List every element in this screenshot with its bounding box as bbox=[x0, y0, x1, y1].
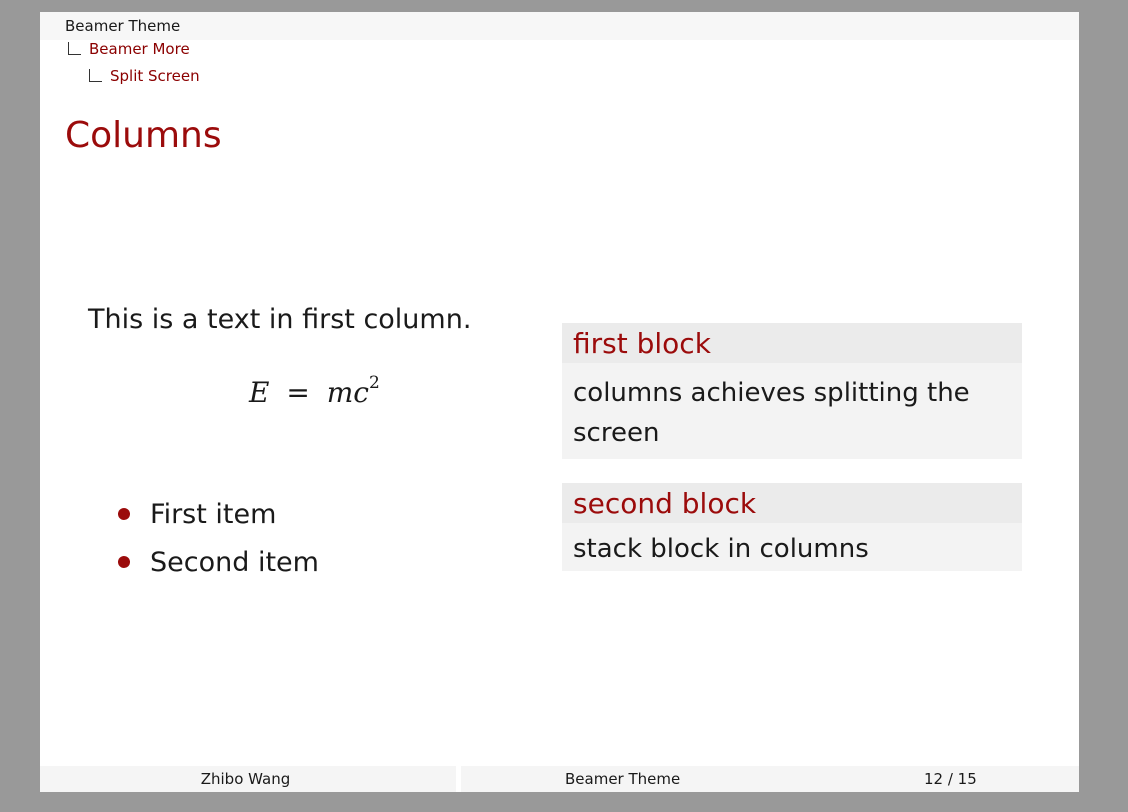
headline-bar bbox=[40, 12, 1079, 40]
block-body: stack block in columns bbox=[562, 523, 1022, 571]
bullet-list: First item Second item bbox=[118, 490, 319, 586]
list-item: Second item bbox=[118, 538, 319, 586]
equation-equals: = bbox=[286, 376, 310, 409]
tree-connector-icon bbox=[68, 42, 81, 55]
footline: Zhibo Wang Beamer Theme 12 / 15 bbox=[40, 766, 1079, 792]
footer-author-label: Zhibo Wang bbox=[200, 770, 291, 788]
bullet-icon bbox=[118, 556, 130, 568]
second-block: second block stack block in columns bbox=[562, 483, 1022, 571]
nav-subsection-label[interactable]: Beamer More bbox=[89, 40, 190, 58]
tree-connector-icon bbox=[89, 69, 102, 82]
footer-title-cell: Beamer Theme 12 / 15 bbox=[461, 766, 1079, 792]
footer-page-number: 12 / 15 bbox=[924, 770, 977, 788]
bullet-icon bbox=[118, 508, 130, 520]
nav-subsubsection[interactable]: Split Screen bbox=[89, 67, 200, 85]
block-title: first block bbox=[562, 323, 1022, 363]
equation-rhs: mc bbox=[326, 376, 369, 409]
footer-title: Beamer Theme bbox=[565, 770, 681, 788]
list-item: First item bbox=[118, 490, 319, 538]
block-body: columns achieves splitting the screen bbox=[562, 363, 1022, 459]
nav-subsubsection-label[interactable]: Split Screen bbox=[110, 67, 200, 85]
nav-subsection[interactable]: Beamer More bbox=[68, 40, 190, 58]
frame-title: Columns bbox=[65, 115, 222, 156]
list-item-label: Second item bbox=[150, 546, 319, 578]
first-block: first block columns achieves splitting t… bbox=[562, 323, 1022, 459]
list-item-label: First item bbox=[150, 498, 277, 530]
block-title: second block bbox=[562, 483, 1022, 523]
first-column-text: This is a text in first column. bbox=[88, 304, 472, 335]
nav-section-link[interactable]: Beamer Theme bbox=[65, 17, 180, 35]
slide: Beamer Theme Beamer More Split Screen Co… bbox=[40, 12, 1079, 792]
equation-lhs: E bbox=[249, 376, 270, 409]
equation: E = mc2 bbox=[249, 372, 380, 409]
footer-author: Zhibo Wang bbox=[40, 766, 456, 792]
equation-exponent: 2 bbox=[368, 372, 380, 393]
